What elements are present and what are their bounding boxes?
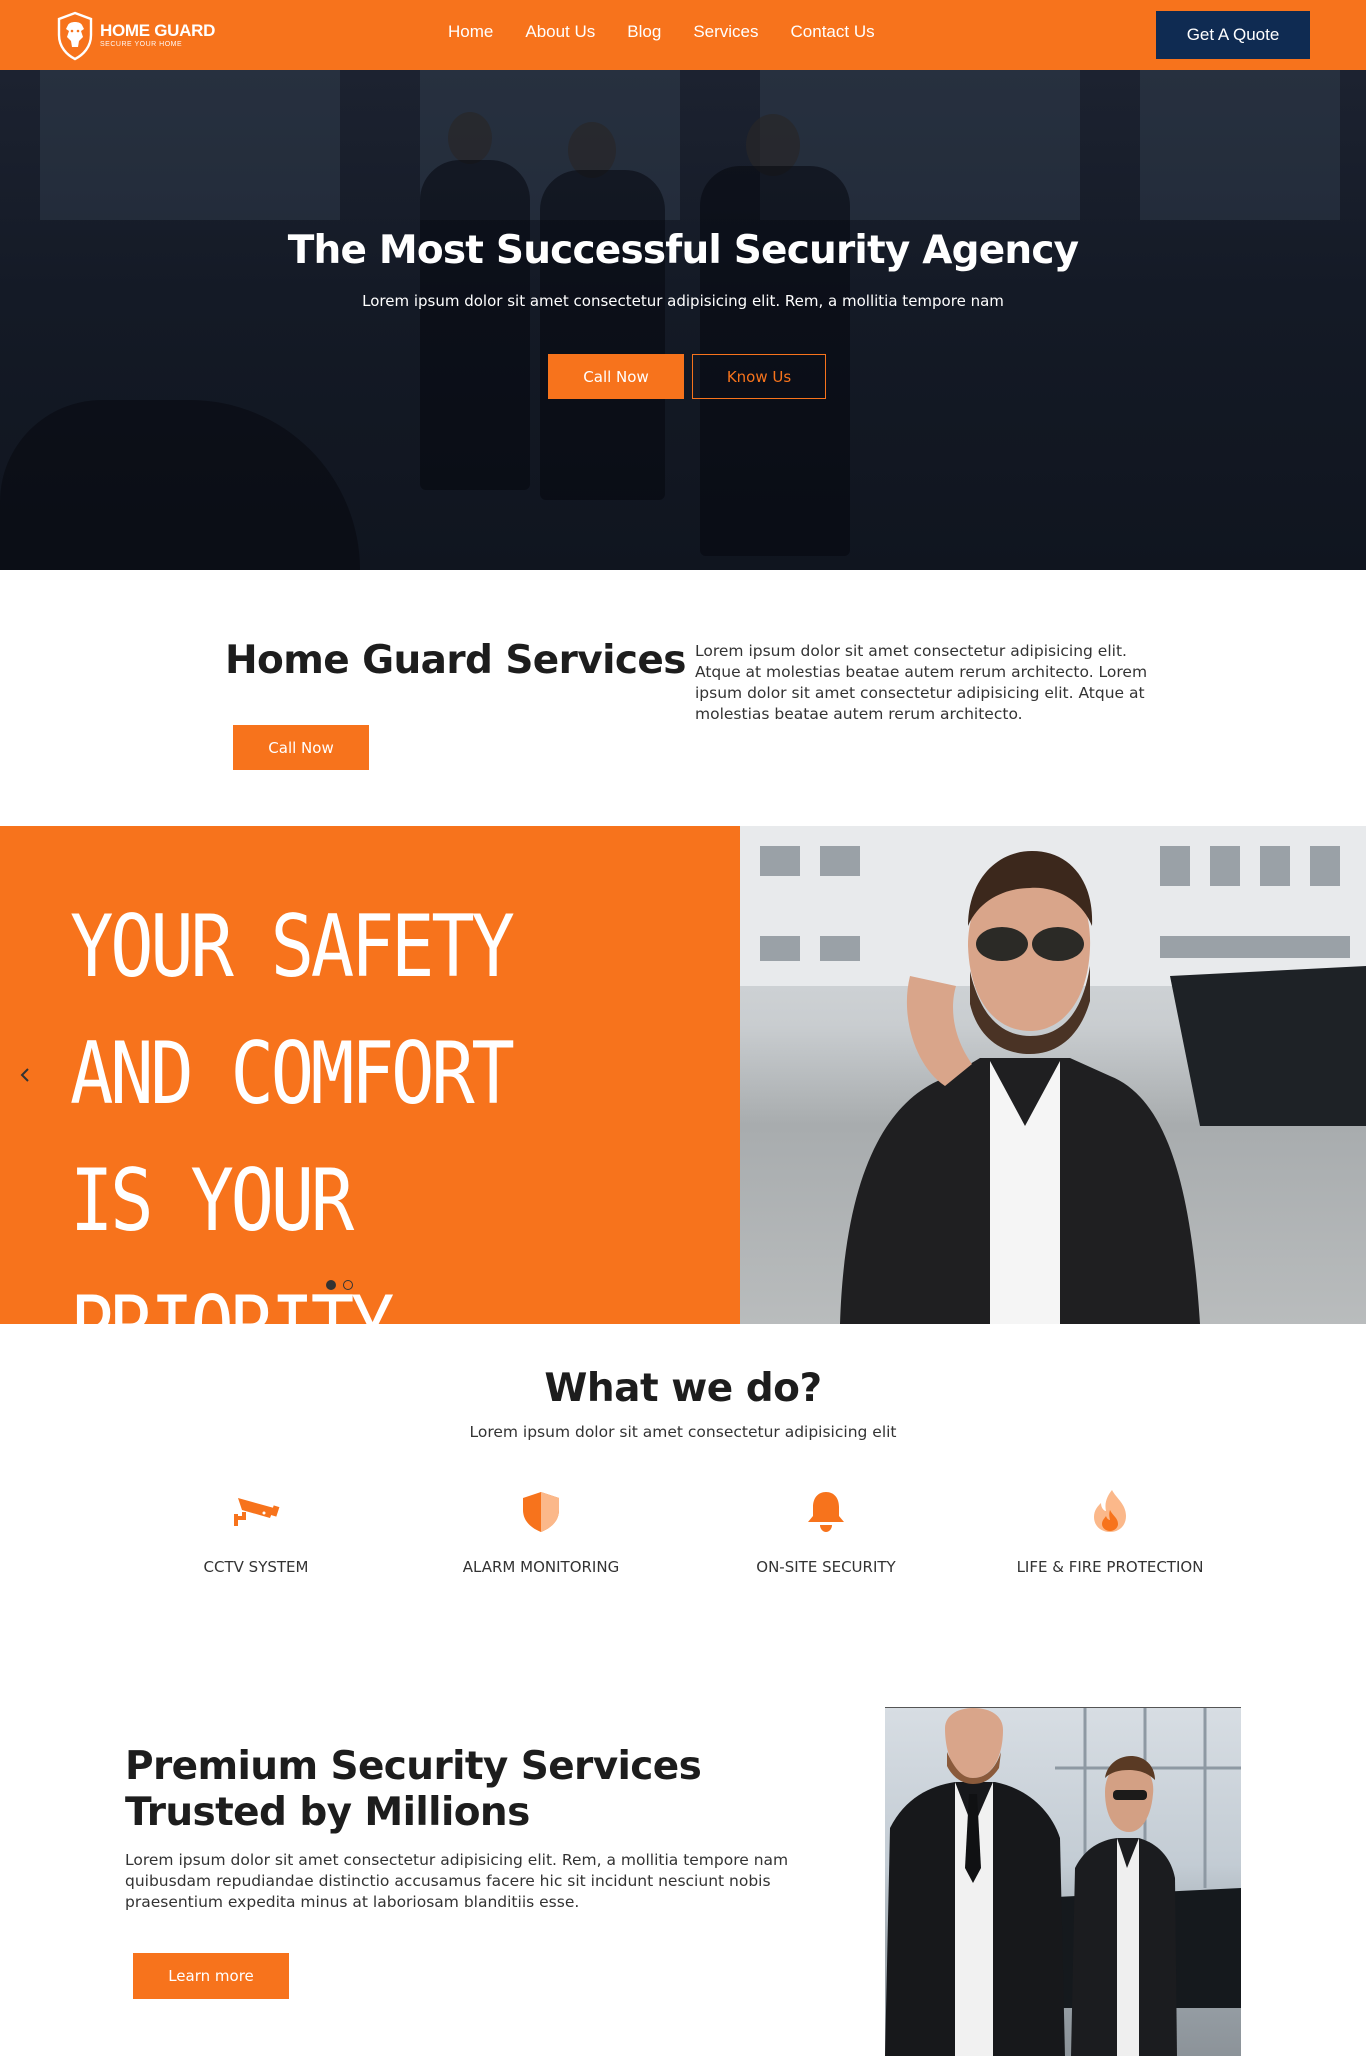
feature-label: ON-SITE SECURITY xyxy=(756,1558,896,1576)
chevron-left-icon[interactable] xyxy=(14,1064,36,1086)
nav-link-blog[interactable]: Blog xyxy=(627,22,661,42)
brand-tagline: SECURE YOUR HOME xyxy=(100,41,183,48)
carousel-slogan: YOUR SAFETY AND COMFORT IS YOUR PRIORITY xyxy=(70,884,633,1392)
hero-know-us-button[interactable]: Know Us xyxy=(692,354,826,399)
get-a-quote-button[interactable]: Get A Quote xyxy=(1156,11,1310,59)
navbar: HOME GUARD SECURE YOUR HOME Home About U… xyxy=(0,0,1366,70)
feature-life-fire-protection[interactable]: LIFE & FIRE PROTECTION xyxy=(990,1490,1230,1576)
services-call-now-button[interactable]: Call Now xyxy=(233,725,369,770)
what-we-do-subtitle: Lorem ipsum dolor sit amet consectetur a… xyxy=(469,1423,897,1441)
carousel-dot-1[interactable] xyxy=(326,1280,336,1290)
what-we-do-title: What we do? xyxy=(544,1366,822,1411)
hero-carousel: YOUR SAFETY AND COMFORT IS YOUR PRIORITY xyxy=(0,826,1366,1378)
shield-icon xyxy=(523,1492,559,1532)
hero-banner: The Most Successful Security Agency Lore… xyxy=(0,70,1366,570)
hero-call-now-button[interactable]: Call Now xyxy=(548,354,684,399)
feature-label: CCTV SYSTEM xyxy=(203,1558,309,1576)
carousel-indicators xyxy=(326,1280,360,1290)
main-nav: Home About Us Blog Services Contact Us xyxy=(448,22,907,42)
fire-icon xyxy=(1094,1490,1126,1532)
lion-shield-icon xyxy=(57,11,93,61)
nav-link-about[interactable]: About Us xyxy=(525,22,595,42)
brand-name: HOME GUARD xyxy=(100,21,216,40)
nav-link-services[interactable]: Services xyxy=(693,22,758,42)
slogan-line-3: IS YOUR PRIORITY xyxy=(70,1151,394,1378)
feature-alarm-monitoring[interactable]: ALARM MONITORING xyxy=(421,1490,661,1576)
premium-photo-guards xyxy=(885,1707,1241,2056)
carousel-dot-2[interactable] xyxy=(343,1280,353,1290)
premium-title: Premium Security Services Trusted by Mil… xyxy=(125,1744,702,1835)
cctv-camera-icon xyxy=(234,1498,280,1526)
nav-link-home[interactable]: Home xyxy=(448,22,493,42)
brand-logo[interactable]: HOME GUARD SECURE YOUR HOME xyxy=(56,10,215,62)
feature-on-site-security[interactable]: ON-SITE SECURITY xyxy=(706,1490,946,1576)
hero-title: The Most Successful Security Agency xyxy=(287,228,1079,273)
nav-link-contact[interactable]: Contact Us xyxy=(791,22,875,42)
feature-cctv[interactable]: CCTV SYSTEM xyxy=(136,1490,376,1576)
services-description: Lorem ipsum dolor sit amet consectetur a… xyxy=(695,642,1148,723)
bell-icon xyxy=(808,1492,844,1532)
slogan-line-1: YOUR SAFETY xyxy=(70,897,515,997)
slogan-line-2: AND COMFORT xyxy=(70,1024,515,1124)
feature-label: ALARM MONITORING xyxy=(462,1558,620,1576)
hero-subtitle: Lorem ipsum dolor sit amet consectetur a… xyxy=(362,292,1004,310)
feature-label: LIFE & FIRE PROTECTION xyxy=(1016,1558,1204,1576)
learn-more-button[interactable]: Learn more xyxy=(133,1953,289,1999)
carousel-photo-bodyguard xyxy=(740,826,1366,1324)
carousel-slide-panel: YOUR SAFETY AND COMFORT IS YOUR PRIORITY xyxy=(0,826,740,1378)
services-title: Home Guard Services xyxy=(225,638,686,683)
premium-description: Lorem ipsum dolor sit amet consectetur a… xyxy=(125,1851,789,1911)
